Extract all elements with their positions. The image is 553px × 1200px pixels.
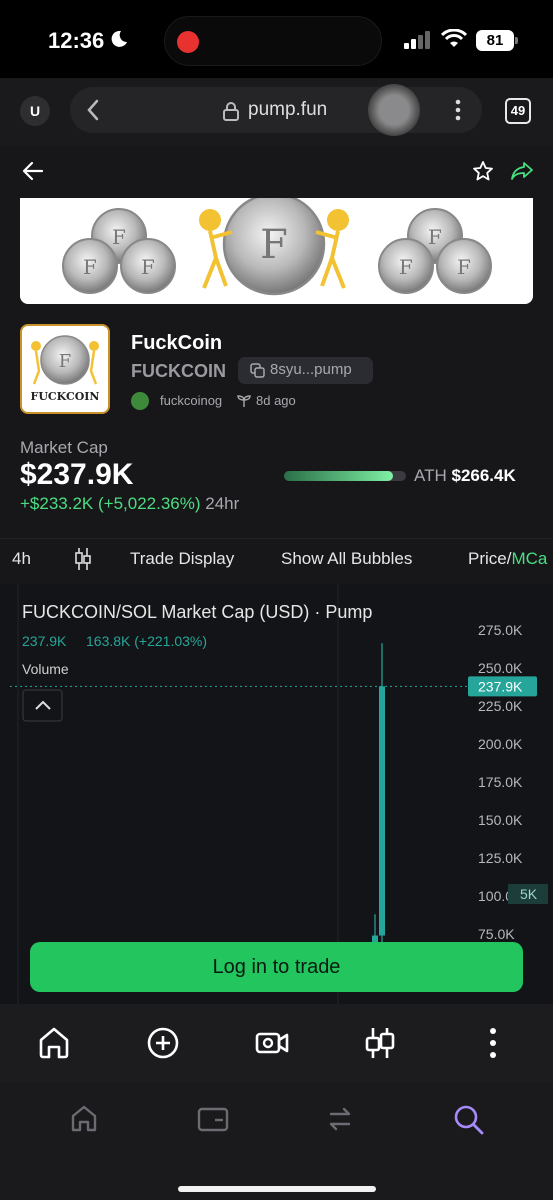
chart-title: FUCKCOIN/SOL Market Cap (USD) · Pump	[22, 602, 372, 622]
browser-bottom-toolbar	[0, 1004, 553, 1082]
profile-button[interactable]: U	[20, 96, 50, 126]
token-name: FuckCoin	[131, 332, 223, 354]
price-toggle-label: Price/	[468, 549, 512, 568]
address-bar[interactable]: pump.fun	[70, 84, 482, 136]
status-bar: 12:36 81	[0, 0, 553, 78]
price-chart[interactable]: FUCKCOIN/SOL Market Cap (USD) · Pump 237.…	[0, 584, 553, 1004]
token-ticker: FUCKCOIN	[131, 361, 226, 381]
browser-back-icon[interactable]	[86, 99, 100, 121]
ath-value: $266.4K	[451, 466, 516, 485]
share-icon[interactable]	[510, 160, 534, 182]
chart-canvas[interactable]: FUCKCOIN/SOL Market Cap (USD) · Pump 237.…	[0, 584, 553, 1004]
chart-tool-icon[interactable]	[364, 1026, 396, 1060]
moon-icon	[111, 30, 127, 47]
new-tab-icon[interactable]	[147, 1026, 179, 1060]
collapse-volume-button[interactable]	[22, 689, 63, 722]
y-tick-label: 225.0K	[478, 698, 523, 714]
svg-text:F: F	[457, 255, 471, 279]
market-cap-label: Market Cap	[20, 438, 108, 457]
price-mcap-toggle[interactable]: Price/MCa	[468, 549, 547, 569]
y-tick-label: 175.0K	[478, 774, 523, 790]
partial-axis-label: 5K	[520, 886, 538, 902]
svg-text:F: F	[83, 255, 97, 279]
svg-text:F: F	[428, 225, 442, 249]
svg-text:FUCKCOIN: FUCKCOIN	[31, 390, 100, 403]
svg-text:F: F	[399, 255, 413, 279]
creator-avatar[interactable]	[131, 392, 149, 410]
token-page: F F F F F F F F FUCKCOIN FuckCoin FUCKCO…	[0, 146, 553, 1004]
svg-text:F: F	[112, 225, 126, 249]
status-time: 12:36	[48, 28, 105, 53]
page-nav	[0, 146, 553, 198]
y-tick-label: 200.0K	[478, 736, 523, 752]
ath-info: ATH $266.4K	[414, 466, 516, 486]
reader-mode-icon[interactable]	[368, 84, 420, 136]
chart-toolbar: 4h Trade Display Show All Bubbles Price/…	[0, 538, 553, 578]
token-avatar[interactable]: F FUCKCOIN	[20, 324, 110, 414]
ath-progress-bar	[284, 471, 406, 481]
market-cap-change: +$233.2K (+5,022.36%) 24hr	[20, 494, 239, 514]
y-tick-label: 150.0K	[478, 812, 523, 828]
market-cap-value: $237.9K	[20, 458, 134, 491]
wallet-tab-icon[interactable]	[197, 1104, 229, 1134]
login-to-trade-button[interactable]: Log in to trade	[30, 942, 523, 992]
ath-label: ATH	[414, 466, 447, 485]
tab-switcher-button[interactable]: 49	[505, 98, 531, 124]
signal-icon	[404, 31, 430, 49]
candlestick-icon[interactable]	[74, 547, 92, 571]
mcap-toggle-label: MCa	[511, 549, 548, 568]
search-tab-icon[interactable]	[453, 1104, 485, 1136]
coin-stack-left: F F F	[62, 208, 176, 294]
change-period: 24hr	[205, 494, 240, 513]
dynamic-island	[164, 16, 382, 66]
trade-display-toggle[interactable]: Trade Display	[130, 549, 234, 569]
chart-last-value: 237.9K	[22, 633, 67, 649]
svg-text:F: F	[59, 351, 72, 372]
wifi-icon	[441, 29, 467, 47]
creator-name[interactable]: fuckcoinog	[160, 393, 222, 408]
battery-indicator: 81	[476, 30, 518, 51]
volume-label: Volume	[22, 661, 69, 677]
svg-text:F: F	[260, 222, 288, 268]
show-bubbles-toggle[interactable]: Show All Bubbles	[281, 549, 412, 569]
contract-address-chip[interactable]: 8syu...pump	[238, 357, 373, 384]
token-banner: F F F F F F F	[20, 198, 533, 304]
home-icon[interactable]	[38, 1026, 70, 1060]
url-text: pump.fun	[248, 99, 328, 120]
more-options-icon[interactable]	[488, 1026, 498, 1060]
market-cap-change-value: +$233.2K (+5,022.36%)	[20, 494, 201, 513]
app-tab-bar	[0, 1082, 553, 1200]
contract-address: 8syu...pump	[270, 361, 352, 378]
candle-body	[379, 686, 385, 936]
token-header: F FUCKCOIN FuckCoin FUCKCOIN 8syu...pump…	[20, 324, 533, 414]
created-ago: 8d ago	[256, 393, 296, 408]
swap-tab-icon[interactable]	[326, 1104, 354, 1134]
home-tab-icon[interactable]	[70, 1104, 98, 1134]
arrow-left-icon[interactable]	[22, 160, 44, 182]
svg-text:F: F	[141, 255, 155, 279]
lock-icon	[223, 102, 239, 121]
ath-progress-fill	[284, 471, 393, 481]
y-tick-label: 250.0K	[478, 660, 523, 676]
video-camera-icon[interactable]	[255, 1026, 289, 1060]
chart-change-value: 163.8K (+221.03%)	[86, 633, 207, 649]
y-tick-label: 75.0K	[478, 926, 515, 942]
interval-selector[interactable]: 4h	[12, 549, 31, 569]
coin-center: F	[199, 198, 349, 296]
y-tick-label: 275.0K	[478, 622, 523, 638]
home-indicator	[178, 1186, 376, 1192]
star-icon[interactable]	[472, 160, 494, 182]
browser-menu-icon[interactable]	[454, 99, 462, 121]
last-price-tag-label: 237.9K	[478, 678, 523, 694]
coin-stack-right: F F F	[378, 208, 492, 294]
recording-indicator-icon	[177, 31, 199, 53]
y-tick-label: 125.0K	[478, 850, 523, 866]
sprout-icon	[237, 395, 251, 407]
copy-icon[interactable]	[250, 363, 265, 378]
browser-toolbar: U pump.fun 49	[0, 78, 553, 146]
